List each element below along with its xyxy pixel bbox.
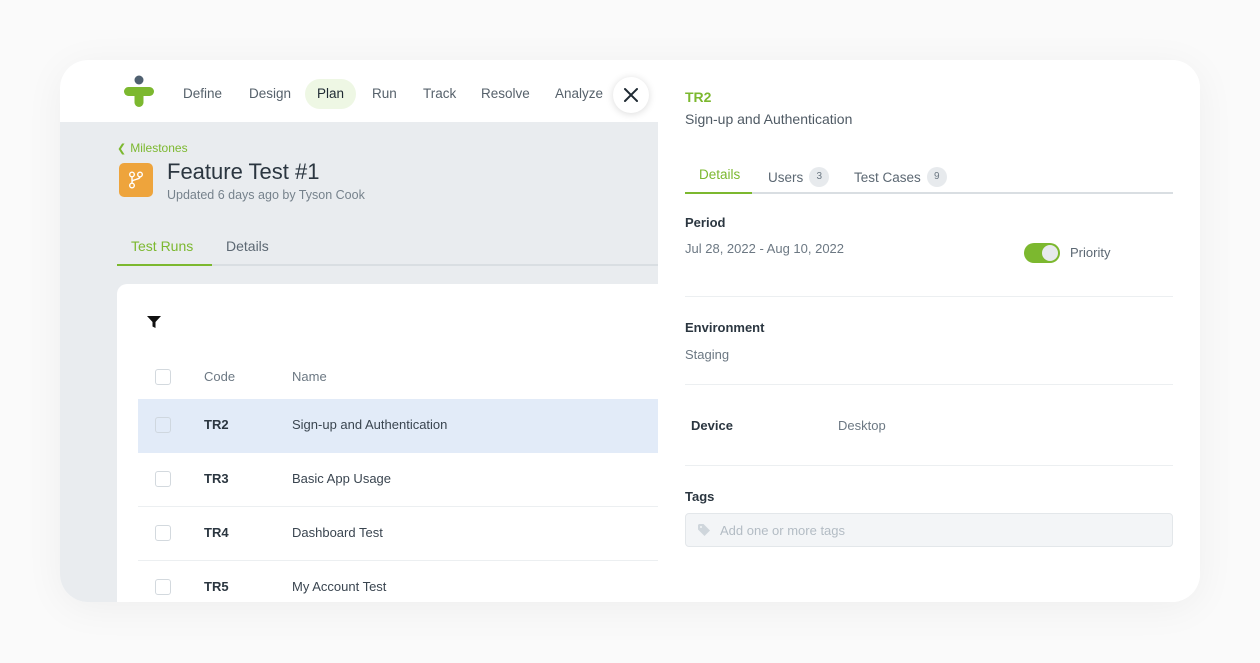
tab-details[interactable]: Details xyxy=(226,238,269,254)
row-name: Dashboard Test xyxy=(292,525,383,540)
tags-label: Tags xyxy=(685,489,715,504)
nav-track[interactable]: Track xyxy=(411,79,468,109)
row-checkbox[interactable] xyxy=(155,525,171,541)
breadcrumb-milestones[interactable]: ❮ Milestones xyxy=(117,141,188,155)
milestone-icon xyxy=(119,163,153,197)
tab-label: Users xyxy=(768,169,804,185)
detail-tabs: Details Users 3 Test Cases 9 xyxy=(685,160,1173,194)
tab-test-runs[interactable]: Test Runs xyxy=(131,238,193,254)
top-nav: Define Design Plan Run Track Resolve Ana… xyxy=(60,60,658,122)
row-code: TR4 xyxy=(204,525,229,540)
app-window: Define Design Plan Run Track Resolve Ana… xyxy=(60,60,1200,602)
environment-value: Staging xyxy=(685,347,730,362)
tab-details[interactable]: Details xyxy=(699,167,740,182)
nav-plan[interactable]: Plan xyxy=(305,79,357,109)
table-row[interactable]: TR2 Sign-up and Authentication xyxy=(138,399,658,453)
tags-input[interactable] xyxy=(720,522,1160,538)
period-value: Jul 28, 2022 - Aug 10, 2022 xyxy=(685,241,845,256)
tab-label: Details xyxy=(699,167,741,182)
milestone-title: Feature Test #1 xyxy=(167,159,320,184)
divider xyxy=(685,465,1173,466)
nav-resolve[interactable]: Resolve xyxy=(469,79,542,109)
milestone-updated: Updated 6 days ago by Tyson Cook xyxy=(167,188,365,202)
environment-label: Environment xyxy=(685,320,765,335)
tag-icon xyxy=(698,524,710,536)
milestone-pane: Define Design Plan Run Track Resolve Ana… xyxy=(60,60,658,602)
breadcrumb-label: Milestones xyxy=(130,141,188,155)
app-logo-icon[interactable] xyxy=(122,74,156,108)
test-cases-count-badge: 9 xyxy=(926,167,947,187)
table-row[interactable]: TR5 My Account Test xyxy=(138,561,658,602)
branch-icon xyxy=(129,171,143,189)
row-code: TR3 xyxy=(204,471,229,486)
priority-toggle[interactable] xyxy=(1024,243,1060,263)
row-name: My Account Test xyxy=(292,579,387,594)
row-code: TR2 xyxy=(204,417,229,432)
close-icon xyxy=(624,88,638,102)
row-checkbox[interactable] xyxy=(155,471,171,487)
column-header-name[interactable]: Name xyxy=(292,369,327,384)
period-label: Period xyxy=(685,215,726,230)
filter-icon[interactable] xyxy=(147,316,161,329)
tags-field[interactable] xyxy=(685,513,1173,547)
nav-run[interactable]: Run xyxy=(360,79,409,109)
test-run-detail-panel: TR2 Sign-up and Authentication Details U… xyxy=(658,60,1200,602)
chevron-left-icon: ❮ xyxy=(117,143,127,155)
row-name: Sign-up and Authentication xyxy=(292,417,448,432)
milestone-tabs: Test Runs Details xyxy=(117,232,658,266)
close-panel-button[interactable] xyxy=(613,77,649,113)
active-tab-indicator xyxy=(685,192,752,194)
nav-define[interactable]: Define xyxy=(171,79,234,109)
device-value: Desktop xyxy=(838,418,886,433)
detail-name: Sign-up and Authentication xyxy=(685,111,853,127)
tab-test-cases[interactable]: Test Cases 9 xyxy=(854,167,947,187)
row-name: Basic App Usage xyxy=(292,471,392,486)
table-header: Code Name xyxy=(138,351,658,405)
tab-label: Test Cases xyxy=(854,169,921,185)
row-checkbox[interactable] xyxy=(155,579,171,595)
select-all-checkbox[interactable] xyxy=(155,369,171,385)
toggle-knob xyxy=(1042,245,1058,261)
nav-analyze[interactable]: Analyze xyxy=(543,79,615,109)
divider xyxy=(685,296,1173,297)
column-header-code[interactable]: Code xyxy=(204,369,235,384)
test-runs-table: Code Name TR2 Sign-up and Authentication… xyxy=(117,284,658,602)
active-tab-indicator xyxy=(117,264,212,266)
priority-label: Priority xyxy=(1070,245,1111,260)
row-code: TR5 xyxy=(204,579,229,594)
divider xyxy=(685,384,1173,385)
device-label: Device xyxy=(691,418,733,433)
table-row[interactable]: TR4 Dashboard Test xyxy=(138,507,658,561)
tab-users[interactable]: Users 3 xyxy=(768,167,830,187)
detail-code: TR2 xyxy=(685,89,712,105)
nav-design[interactable]: Design xyxy=(237,79,303,109)
table-row[interactable]: TR3 Basic App Usage xyxy=(138,453,658,507)
users-count-badge: 3 xyxy=(809,167,830,187)
row-checkbox[interactable] xyxy=(155,417,171,433)
